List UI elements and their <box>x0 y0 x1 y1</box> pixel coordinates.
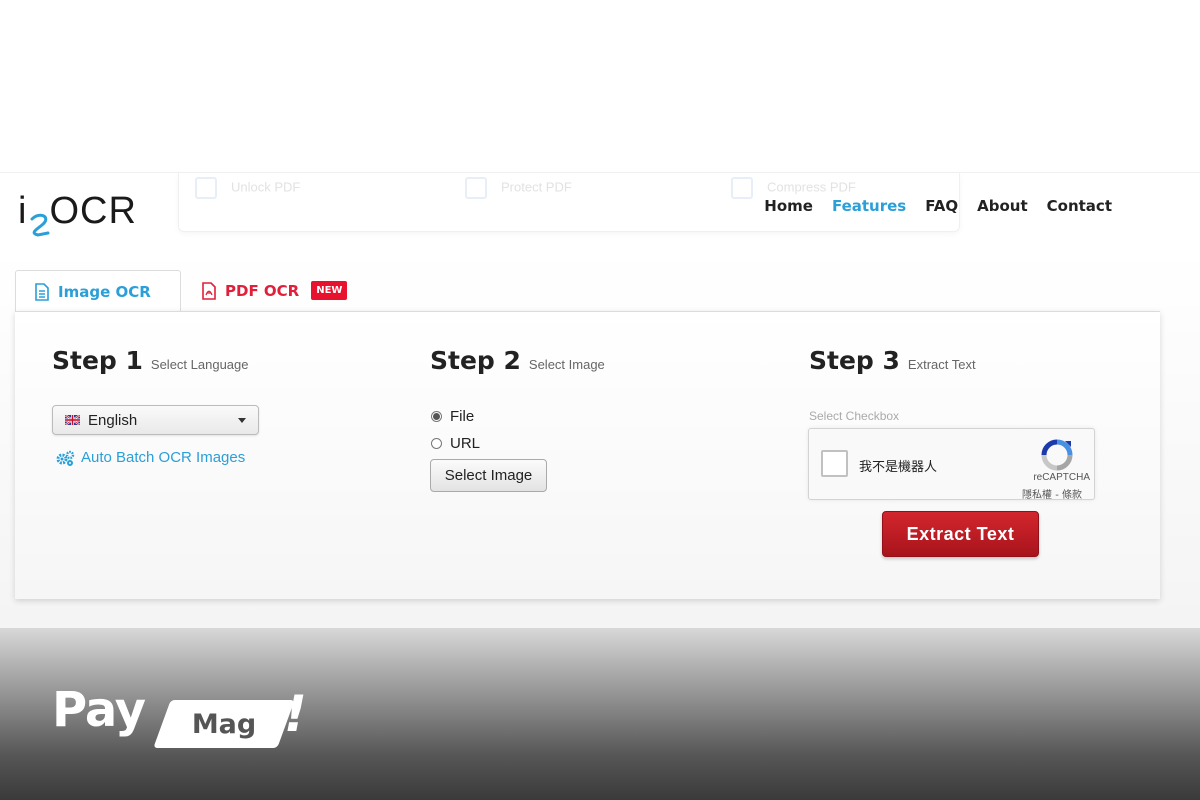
recaptcha-logo-icon <box>1041 439 1073 471</box>
language-select[interactable]: English <box>52 405 259 435</box>
nav-faq[interactable]: FAQ <box>925 197 958 215</box>
tab-image-ocr-label: Image OCR <box>58 282 151 301</box>
nav-home[interactable]: Home <box>764 197 813 215</box>
nav-contact[interactable]: Contact <box>1047 197 1112 215</box>
tab-pdf-ocr-label: PDF OCR <box>225 281 300 300</box>
radio-file-label: File <box>450 408 475 425</box>
step-1-subtitle: Select Language <box>150 357 249 372</box>
ghost-item-unlock: Unlock PDF <box>195 177 300 199</box>
radio-url-label: URL <box>450 435 481 452</box>
recaptcha-widget: 我不是機器人 reCAPTCHA 隱私權 - 條款 <box>808 428 1095 501</box>
radio-url-control[interactable] <box>431 438 442 449</box>
ghost-item-protect: Protect PDF <box>465 177 572 199</box>
uk-flag-icon <box>65 415 80 425</box>
select-image-button[interactable]: Select Image <box>430 459 547 492</box>
recaptcha-text: 我不是機器人 <box>859 460 938 475</box>
i2ocr-logo[interactable]: i OCR <box>18 189 148 241</box>
step-1-title: Step 1 <box>52 346 143 375</box>
gears-icon <box>56 450 75 466</box>
step-2: Step 2 Select Image <box>430 346 605 375</box>
tab-image-ocr[interactable]: Image OCR <box>15 270 181 312</box>
caret-down-icon <box>238 418 246 423</box>
recaptcha-brand: reCAPTCHA <box>1033 472 1090 483</box>
step-3-subtitle: Extract Text <box>907 357 976 372</box>
nav-about[interactable]: About <box>977 197 1028 215</box>
step-1: Step 1 Select Language <box>52 346 249 375</box>
pdf-file-icon <box>202 281 216 300</box>
recaptcha-terms-link[interactable]: 隱私權 - 條款 <box>1022 486 1082 501</box>
paymag-logo-mag-box: Mag <box>153 700 295 748</box>
extract-text-button[interactable]: Extract Text <box>882 511 1039 557</box>
document-icon <box>35 282 49 301</box>
paymag-logo-exclaim: ! <box>284 685 307 743</box>
paymag-logo: Pay Mag ! <box>52 682 322 752</box>
step-3-title: Step 3 <box>809 346 900 375</box>
nav-features[interactable]: Features <box>832 197 906 215</box>
main-nav: Home Features FAQ About Contact <box>764 197 1112 215</box>
radio-file-control[interactable] <box>431 411 442 422</box>
auto-batch-link-label: Auto Batch OCR Images <box>81 449 246 466</box>
select-checkbox-label: Select Checkbox <box>809 409 900 423</box>
paymag-logo-mag: Mag <box>191 708 257 740</box>
step-2-title: Step 2 <box>430 346 521 375</box>
paymag-logo-pay: Pay <box>52 682 146 738</box>
ocr-panel: Step 1 Select Language English Auto Batch… <box>15 311 1160 599</box>
ghost-item-compress: Compress PDF <box>731 177 856 199</box>
radio-file[interactable]: File <box>431 408 474 425</box>
new-badge: NEW <box>311 281 348 300</box>
logo-text: i OCR <box>18 190 137 232</box>
step-3: Step 3 Extract Text <box>809 346 976 375</box>
step-2-subtitle: Select Image <box>528 357 605 372</box>
auto-batch-link[interactable]: Auto Batch OCR Images <box>55 449 245 466</box>
recaptcha-checkbox[interactable] <box>821 450 848 477</box>
radio-url[interactable]: URL <box>431 435 480 452</box>
language-select-value: English <box>88 411 138 429</box>
tab-pdf-ocr[interactable]: PDF OCR NEW <box>201 270 381 311</box>
site-header: i OCR Unlock PDF Protect PDF Compress PDF… <box>0 172 1200 249</box>
